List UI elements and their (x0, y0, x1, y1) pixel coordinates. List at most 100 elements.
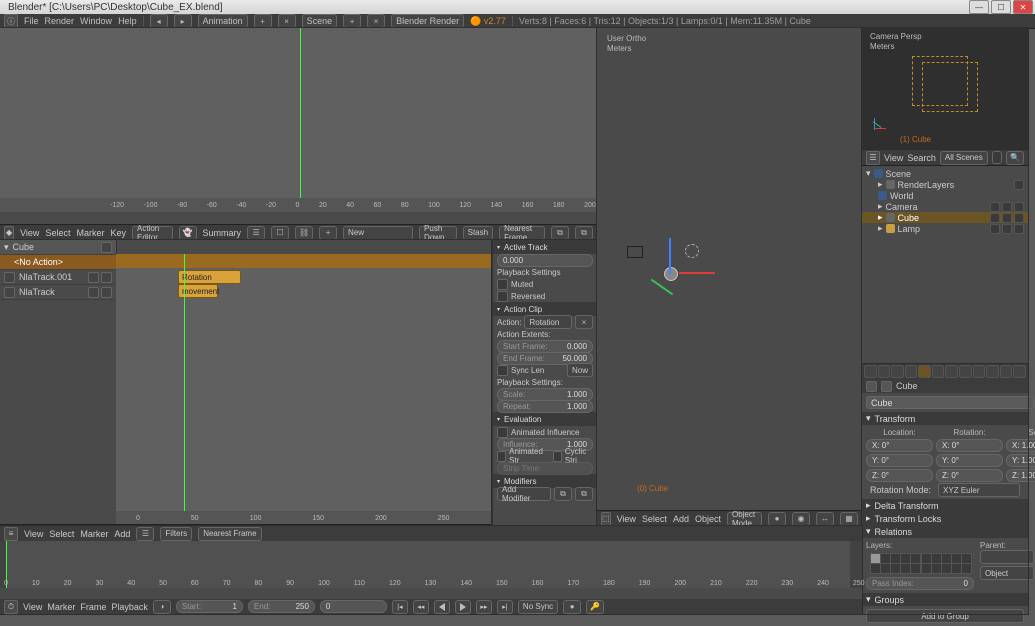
pivot-icon[interactable]: ◉ (792, 512, 810, 526)
dopesheet-editor-icon[interactable]: ◆ (4, 226, 14, 240)
camera-icon[interactable] (627, 246, 643, 258)
object-icon[interactable] (881, 381, 892, 392)
tab-texture[interactable] (986, 365, 999, 378)
menu-window[interactable]: Window (80, 16, 112, 26)
pin-icon[interactable] (101, 242, 112, 253)
scale-field[interactable]: Scale:1.000 (497, 388, 593, 401)
speaker-icon[interactable] (4, 287, 15, 298)
tab-world[interactable] (905, 365, 918, 378)
parent-type-dropdown[interactable]: Object (980, 566, 1034, 580)
solo-icon[interactable] (88, 287, 99, 298)
outliner-filter-dropdown[interactable]: All Scenes (940, 151, 988, 165)
rot-y-field[interactable]: Y: 0° (936, 454, 1003, 467)
dopesheet-canvas[interactable] (0, 28, 597, 212)
manipulator-icon[interactable]: ↔ (816, 512, 834, 526)
world-row[interactable]: World (862, 190, 1028, 201)
speaker-icon[interactable] (4, 272, 15, 283)
nla-strip-rotation[interactable]: Rotation (178, 270, 241, 284)
render-icon[interactable] (1014, 224, 1024, 234)
window-minimize-button[interactable]: — (969, 0, 989, 14)
outliner-menu-search[interactable]: Search (907, 153, 936, 163)
eye-icon[interactable] (990, 202, 1000, 212)
tab-particles[interactable] (1000, 365, 1013, 378)
action-dropdown[interactable]: Rotation (524, 315, 572, 329)
z-axis-handle[interactable] (669, 238, 671, 274)
filter-arm-icon[interactable]: ⛓ (295, 226, 313, 240)
repeat-field[interactable]: Repeat:1.000 (497, 400, 593, 413)
panel-evaluation[interactable]: ▾Evaluation (493, 412, 597, 426)
add-scene-button[interactable]: + (343, 14, 361, 28)
outliner-menu-view[interactable]: View (884, 153, 903, 163)
anim-influence-checkbox[interactable] (497, 427, 508, 438)
parent-dropdown[interactable] (980, 550, 1034, 564)
timeline-editor-icon[interactable]: ⏱ (4, 600, 18, 614)
rl-toggle[interactable] (1014, 180, 1024, 190)
transform-panel-header[interactable]: ▾Transform (862, 412, 1028, 425)
scene-dropdown[interactable]: Scene (302, 14, 338, 28)
pass-index-field[interactable]: Pass Index:0 (866, 577, 974, 590)
object-name-input[interactable]: Cube (866, 396, 1034, 409)
lamp-row[interactable]: ▸Lamp (862, 223, 1028, 234)
render-engine-dropdown[interactable]: Blender Render (391, 14, 464, 28)
x-axis-handle[interactable] (679, 272, 715, 274)
play-rev-button[interactable] (434, 600, 450, 614)
sync-len-checkbox[interactable] (497, 365, 508, 376)
sel-icon[interactable] (1002, 213, 1012, 223)
eye-icon[interactable] (990, 224, 1000, 234)
add-modifier-button[interactable]: Add Modifier (497, 487, 551, 501)
tl-menu-view2[interactable]: View (23, 602, 42, 612)
layers-toggle-icon[interactable]: ▦ (840, 512, 858, 526)
loc-y-field[interactable]: Y: 0° (866, 454, 933, 467)
dopesheet-menu-marker[interactable]: Marker (76, 228, 104, 238)
tab-object[interactable] (918, 365, 931, 378)
next-key-button[interactable]: ▸▸ (476, 600, 492, 614)
copy-icon[interactable]: ⧉ (551, 226, 569, 240)
solo-icon[interactable] (88, 272, 99, 283)
dopesheet-snap-dropdown[interactable]: Nearest Frame (499, 226, 545, 240)
sync-now-button[interactable]: Now (567, 363, 593, 377)
dopesheet-mode-dropdown[interactable]: Action Editor (132, 226, 173, 240)
nla-editor-icon[interactable]: ≡ (4, 527, 18, 541)
panel-active-track[interactable]: ▾Active Track (493, 240, 597, 254)
outliner-editor-icon[interactable]: ☰ (866, 151, 880, 165)
muted-checkbox[interactable] (497, 279, 508, 290)
v3d-menu-object[interactable]: Object (695, 514, 721, 524)
tl-menu-marker2[interactable]: Marker (47, 602, 75, 612)
filter-plus-icon[interactable]: + (319, 226, 337, 240)
remove-layout-button[interactable]: × (278, 14, 296, 28)
tl-menu-frame[interactable]: Frame (80, 602, 106, 612)
add-to-group-button[interactable]: Add to Group (866, 609, 1024, 623)
pushdown-button[interactable]: Push Down (419, 226, 457, 240)
filters2-dropdown[interactable]: Filters (160, 527, 192, 541)
menu-file[interactable]: File (24, 16, 39, 26)
dopesheet-menu-view[interactable]: View (20, 228, 39, 238)
keyingset-icon[interactable]: 🔑 (586, 600, 604, 614)
camera-row[interactable]: ▸Camera (862, 201, 1028, 212)
tab-data[interactable] (959, 365, 972, 378)
tab-scene[interactable] (891, 365, 904, 378)
tab-constraints[interactable] (932, 365, 945, 378)
relations-header[interactable]: ▾Relations (862, 525, 1028, 538)
screen-layout-dropdown[interactable]: Animation (198, 14, 248, 28)
render-icon[interactable] (1014, 213, 1024, 223)
tab-material[interactable] (973, 365, 986, 378)
v3d-menu-select[interactable]: Select (642, 514, 667, 524)
layer-grid-a[interactable] (870, 553, 919, 572)
search-icon[interactable]: 🔍 (1006, 151, 1024, 165)
filter-sel-icon[interactable]: ☰ (247, 226, 265, 240)
dopesheet-cursor[interactable] (300, 28, 301, 212)
rotation-mode-dropdown[interactable]: XYZ Euler (938, 483, 1020, 497)
scale-x-field[interactable]: X: 1.000 (1006, 439, 1035, 452)
tab-render[interactable] (864, 365, 877, 378)
tl-menu-marker[interactable]: Marker (80, 529, 108, 539)
menu-render[interactable]: Render (45, 16, 75, 26)
dopesheet-menu-key[interactable]: Key (110, 228, 126, 238)
end-frame-field[interactable]: End:250 (248, 600, 315, 613)
nla-cursor[interactable] (184, 254, 185, 525)
mode-dropdown[interactable]: Object Mode (727, 512, 762, 526)
start-frame-field[interactable]: Start:1 (176, 600, 243, 613)
rot-z-field[interactable]: Z: 0° (936, 469, 1003, 482)
outliner-search-input[interactable] (992, 151, 1002, 164)
window-close-button[interactable]: ✕ (1013, 0, 1033, 14)
add-layout-button[interactable]: + (254, 14, 272, 28)
